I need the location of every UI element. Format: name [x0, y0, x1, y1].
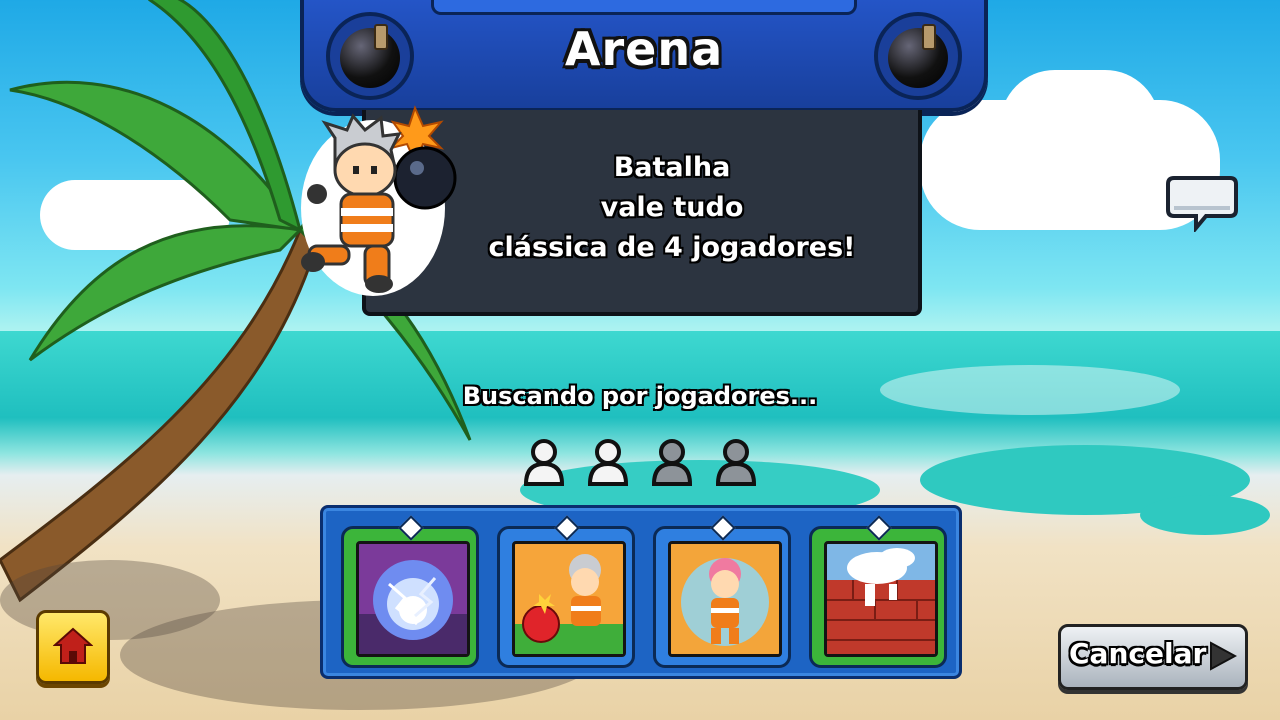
description-line: vale tudo	[600, 192, 744, 223]
title-banner: Arena	[300, 0, 988, 112]
bomber-throw-bomb-icon	[512, 541, 626, 657]
powerup-card[interactable]	[341, 515, 479, 668]
matchmaking-status: Buscando por jogadores...	[462, 382, 818, 410]
bomber-character-icon	[301, 105, 457, 296]
powerup-panel	[320, 505, 962, 679]
player-silhouette-icon	[651, 439, 693, 486]
chat-bubble-icon[interactable]	[1166, 172, 1238, 232]
bomb-icon	[888, 24, 948, 88]
cancel-button[interactable]: Cancelar	[1058, 624, 1248, 690]
powerup-card[interactable]	[497, 515, 635, 668]
triangle-gem-icon	[554, 515, 580, 541]
description-line: Batalha	[613, 152, 731, 183]
diamond-gem-icon	[866, 515, 892, 541]
player-silhouette-icon	[587, 439, 629, 486]
powerup-card[interactable]	[809, 515, 947, 668]
player-silhouette-icon	[715, 439, 757, 486]
mode-description: Batalha vale tudo clássica de 4 jogadore…	[426, 148, 918, 268]
description-line: clássica de 4 jogadores!	[488, 232, 856, 263]
diamond-gem-icon	[398, 515, 424, 541]
sea-foam	[1140, 495, 1270, 535]
right-bomb-slot	[874, 12, 962, 100]
energy-shield-orb-icon	[356, 541, 470, 657]
home-button[interactable]	[36, 610, 110, 684]
triangle-gem-icon	[710, 515, 736, 541]
player-slots	[522, 436, 762, 488]
powerup-card[interactable]	[653, 515, 791, 668]
brick-wall-explosion-icon	[824, 541, 938, 657]
title-banner-trim	[431, 0, 857, 15]
cancel-label: Cancelar	[1069, 637, 1207, 670]
home-icon	[53, 627, 93, 664]
palm-shadow	[0, 560, 220, 640]
player-silhouette-icon	[523, 439, 565, 486]
cloud	[1000, 70, 1160, 180]
arrow-right-icon	[1210, 641, 1237, 671]
bubble-shield-character-icon	[668, 541, 782, 657]
